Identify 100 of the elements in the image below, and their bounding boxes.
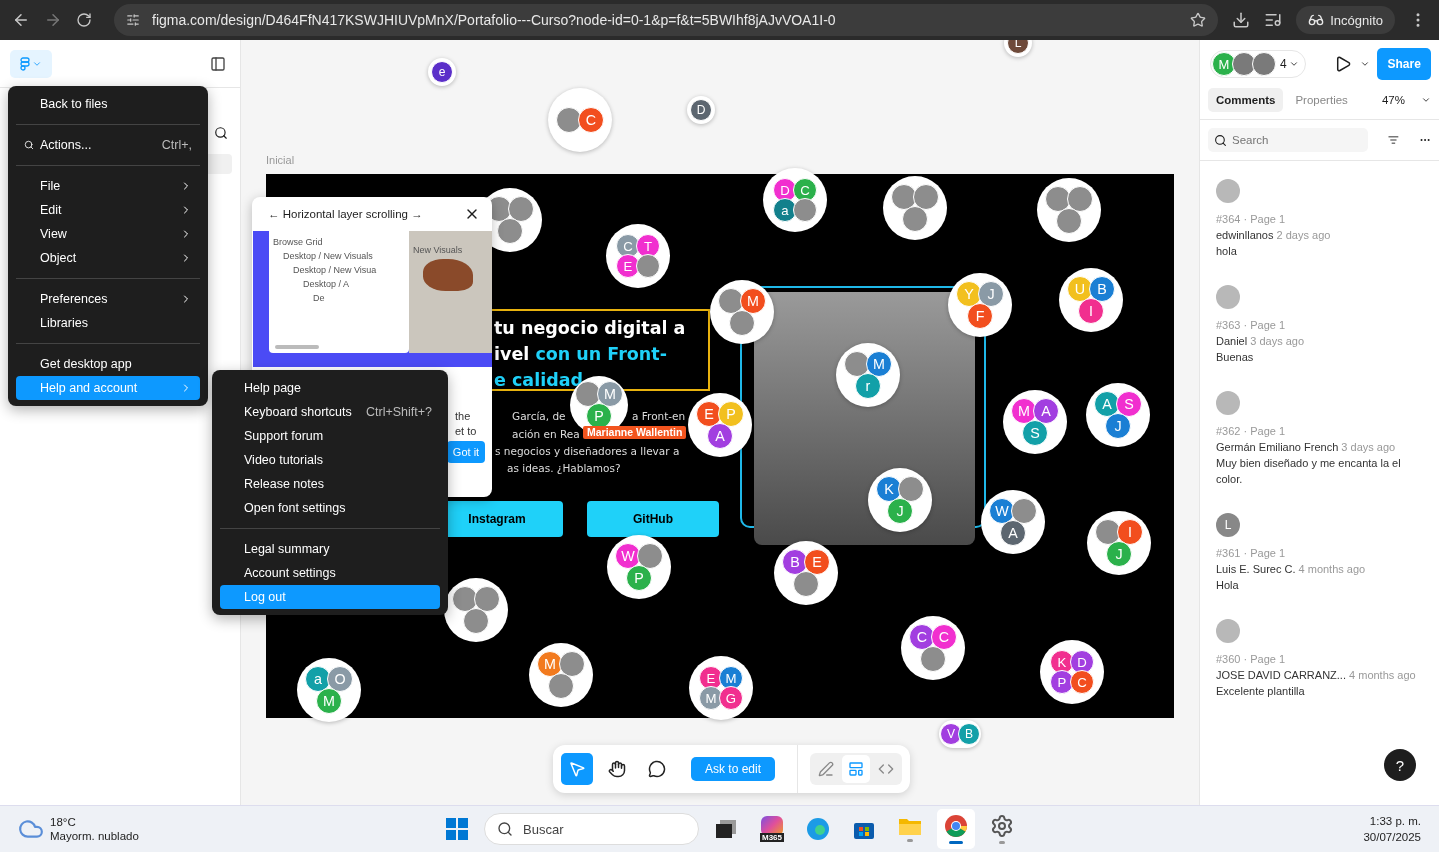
avatar-initial: M	[866, 351, 892, 377]
menu-item[interactable]: Actions... Ctrl+,	[16, 133, 200, 157]
comment-time: 4 months ago	[1298, 563, 1366, 575]
avatar-initial: V	[940, 723, 962, 745]
menu-item[interactable]: Object	[16, 246, 200, 270]
avatar-photo	[556, 107, 582, 133]
paragraph-text: ación en Rea	[512, 428, 580, 441]
comment-text: hola	[1216, 244, 1238, 259]
chrome-browser-icon	[944, 814, 968, 838]
taskbar-search[interactable]: Buscar	[484, 813, 699, 845]
menu-item[interactable]: Keyboard shortcuts Ctrl+Shift+?	[220, 400, 440, 424]
avatar-initial: C	[931, 624, 957, 650]
layer-label: Browse Grid	[273, 237, 324, 247]
avatar-initial: M	[537, 651, 563, 677]
zoom-level[interactable]: 47%	[1381, 93, 1405, 106]
folder-icon	[898, 816, 922, 836]
avatar-initial: L	[1216, 513, 1240, 537]
avatar-initial: K	[1050, 650, 1074, 674]
menu-item[interactable]: Release notes	[220, 472, 440, 496]
link-button[interactable]: GitHub	[587, 501, 719, 537]
avatar-initial: r	[855, 373, 881, 399]
clock[interactable]: 1:33 p. m. 30/07/2025	[1363, 813, 1421, 845]
comment-author: edwinllanos	[1216, 229, 1274, 241]
comment-author: Luis E. Surec C.	[1216, 563, 1296, 575]
avatar-photo	[1232, 52, 1256, 76]
avatar-photo	[898, 476, 924, 502]
search-field[interactable]: Search	[1208, 128, 1368, 152]
avatar-photo	[497, 218, 523, 244]
paragraph-text: a Front-en	[632, 410, 686, 423]
menu-item[interactable]: File	[16, 174, 200, 198]
comment-meta: #360 · Page 1	[1216, 652, 1287, 667]
download-icon[interactable]	[1232, 11, 1251, 29]
media-list-icon[interactable]	[1264, 11, 1283, 29]
avatar-initial: E	[696, 401, 722, 427]
avatar-initial: Y	[956, 281, 982, 307]
comment-item[interactable]: #363 · Page 1 Daniel 3 days ago Buenas	[1200, 285, 1439, 365]
taskbar-app[interactable]: M365	[753, 809, 791, 849]
avatar-initial: J	[887, 498, 913, 524]
url-text: figma.com/design/D464FfN417KSWJHIUVpMnX/Portafolio---Curso?node-id=0-1&p=f&t=5BWIhf8jAJvVOA1I-0	[152, 12, 837, 28]
avatar-initial: B	[1089, 276, 1115, 302]
menu-item[interactable]: Get desktop app	[16, 352, 200, 376]
avatar-initial: I	[1117, 519, 1143, 545]
avatar-initial: a	[305, 666, 331, 692]
avatar-initial: S	[1022, 420, 1048, 446]
tooltip-title: ← Horizontal layer scrolling →	[268, 208, 423, 220]
avatar-initial: E	[804, 549, 830, 575]
comment-item[interactable]: L #361 · Page 1 Luis E. Surec C. 4 months ago Hola	[1200, 513, 1439, 593]
layer-label: Desktop / New Visuals	[282, 251, 374, 261]
rock-drawing	[423, 259, 473, 291]
avatar-photo	[463, 608, 489, 634]
comment-item[interactable]: #362 · Page 1 Germán Emiliano French 3 days ago Muy bien diseñado y me encanta la el color.	[1200, 391, 1439, 487]
avatar-photo	[793, 198, 817, 222]
menu-item[interactable]: Help page	[220, 376, 440, 400]
mode-button[interactable]	[842, 755, 871, 783]
menu-item[interactable]: Back to files	[16, 92, 200, 116]
address-bar[interactable]: figma.com/design/D464FfN417KSWJHIUVpMnX/Portafolio---Curso?node-id=0-1&p=f&t=5BWIhf8jAJvVOA1I-0	[114, 4, 1219, 36]
avatar-initial: S	[1116, 391, 1142, 417]
site-settings-icon	[126, 13, 140, 27]
avatar-initial: T	[636, 234, 660, 258]
layout-icon	[848, 761, 865, 777]
hand-icon	[608, 760, 626, 778]
comment-meta: #364 · Page 1	[1216, 212, 1287, 227]
avatar-photo	[559, 651, 585, 677]
frame-label: Inicial	[266, 154, 295, 166]
avatar-initial: M	[316, 688, 342, 714]
menu-item[interactable]: Support forum	[220, 424, 440, 448]
panel-tab[interactable]: Comments	[1208, 87, 1284, 112]
menu-item[interactable]: Preferences	[16, 287, 200, 311]
avatar-photo	[718, 288, 744, 314]
windows-logo-icon	[446, 818, 468, 840]
panel-toggle-icon[interactable]	[210, 55, 226, 72]
incognito-badge[interactable]: Incógnito	[1296, 6, 1395, 34]
menu-item[interactable]: Edit	[16, 198, 200, 222]
comment-author: JOSE DAVID CARRANZ...	[1216, 669, 1346, 681]
comment-text: Buenas	[1216, 350, 1255, 365]
reload-icon[interactable]	[76, 12, 92, 28]
avatar-initial: K	[876, 476, 902, 502]
search-icon[interactable]	[214, 126, 228, 140]
menu-item[interactable]: Account settings	[220, 561, 440, 585]
panel-tab[interactable]: Properties	[1287, 87, 1356, 112]
avatar-initial: I	[1078, 298, 1104, 324]
avatar-initial: e	[431, 61, 453, 83]
speech-bubble-icon	[648, 760, 666, 778]
menu-item[interactable]: Legal summary	[220, 537, 440, 561]
avatar-initial: J	[978, 281, 1004, 307]
avatar-photo	[920, 646, 946, 672]
main-menu-button[interactable]	[10, 49, 52, 78]
menu-item[interactable]: Video tutorials	[220, 448, 440, 472]
forward-arrow-icon[interactable]	[44, 11, 62, 29]
avatar-initial: M	[597, 381, 623, 407]
preview-heading: New Visuals	[413, 245, 464, 255]
comment-item[interactable]: #360 · Page 1 JOSE DAVID CARRANZ... 4 months ago Excelente plantilla	[1200, 619, 1439, 699]
menu-item[interactable]: View	[16, 222, 200, 246]
avatar-initial: B	[782, 549, 808, 575]
comment-time: 3 days ago	[1341, 441, 1396, 453]
weather-widget[interactable]: 18°C Mayorm. nublado	[18, 815, 438, 843]
caret-icon[interactable]	[1359, 59, 1370, 69]
avatar-photo	[1067, 186, 1093, 212]
comment-item[interactable]: #364 · Page 1 edwinllanos 2 days ago hola	[1200, 179, 1439, 259]
menu-item[interactable]: Libraries	[16, 311, 200, 335]
